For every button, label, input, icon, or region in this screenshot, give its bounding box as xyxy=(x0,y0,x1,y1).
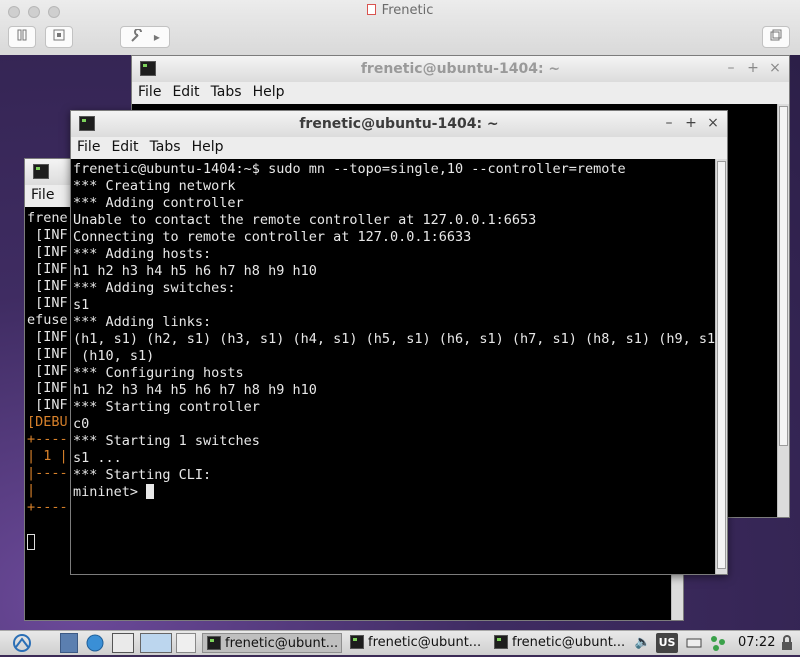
vm-desktop: frenetic@ubuntu-1404: ~ – + × File Edit Ta… xyxy=(0,55,800,630)
settings-button[interactable]: ▸ xyxy=(120,26,170,48)
terminal-front-titlebar[interactable]: frenetic@ubuntu-1404: ~ – + × xyxy=(71,111,727,138)
start-menu-button[interactable] xyxy=(6,633,40,653)
close-button[interactable]: × xyxy=(767,60,783,76)
taskbar-task-3[interactable]: frenetic@ubunt... xyxy=(490,633,632,653)
menu-tabs[interactable]: Tabs xyxy=(205,82,247,100)
terminal-line: *** Adding switches: xyxy=(73,280,236,296)
terminal-icon xyxy=(33,164,49,179)
minimize-button[interactable]: – xyxy=(661,115,677,131)
task-label: frenetic@ubunt... xyxy=(512,635,626,650)
snapshot-button[interactable] xyxy=(45,26,73,48)
terminal-window-front[interactable]: frenetic@ubuntu-1404: ~ – + × File Edit Ta… xyxy=(70,110,728,575)
terminal-cursor xyxy=(27,534,35,550)
terminal-front-title: frenetic@ubuntu-1404: ~ xyxy=(299,116,499,132)
terminal-front-menubar: File Edit Tabs Help xyxy=(71,137,727,159)
pause-icon xyxy=(17,29,27,41)
terminal-back-scrollbar[interactable] xyxy=(777,104,789,517)
terminal-line: s1 ... xyxy=(73,450,122,466)
menu-edit[interactable]: Edit xyxy=(105,137,143,155)
terminal-front-scrollbar[interactable] xyxy=(715,159,727,574)
lock-screen-icon[interactable] xyxy=(780,633,794,653)
maximize-button[interactable]: + xyxy=(745,60,761,76)
terminal-line: s1 xyxy=(73,297,90,313)
task-label: frenetic@ubunt... xyxy=(225,636,339,651)
volume-icon[interactable]: 🔈 xyxy=(634,633,652,653)
taskbar-task-1[interactable]: frenetic@ubunt... xyxy=(202,633,342,653)
power-icon[interactable] xyxy=(684,633,704,653)
clock: 07:22 xyxy=(738,635,776,650)
terminal-line: (h10, s1) xyxy=(73,348,155,364)
terminal-line: *** Adding controller xyxy=(73,195,244,211)
close-button[interactable]: × xyxy=(705,115,721,131)
file-manager-icon[interactable] xyxy=(112,633,134,653)
workspace-2[interactable] xyxy=(176,633,196,653)
terminal-line: *** Adding links: xyxy=(73,314,212,330)
wrench-icon xyxy=(131,28,143,42)
host-title-text: Frenetic xyxy=(381,3,434,18)
prompt-text: mininet> xyxy=(73,484,147,500)
show-desktop-icon[interactable] xyxy=(60,633,78,653)
taskbar-task-2[interactable]: frenetic@ubunt... xyxy=(346,633,490,653)
scroll-thumb[interactable] xyxy=(717,161,726,569)
menu-file[interactable]: File xyxy=(71,137,105,155)
terminal-cursor xyxy=(146,484,155,499)
terminal-line: *** Configuring hosts xyxy=(73,365,244,381)
terminal-line: *** Starting controller xyxy=(73,399,260,415)
terminal-icon xyxy=(207,636,221,650)
terminal-line: Connecting to remote controller at 127.0… xyxy=(73,229,472,245)
terminal-icon xyxy=(494,635,508,649)
network-icon[interactable] xyxy=(708,633,730,653)
lubuntu-logo-icon xyxy=(13,634,31,652)
menu-tabs[interactable]: Tabs xyxy=(144,137,186,155)
terminal-back-titlebar[interactable]: frenetic@ubuntu-1404: ~ – + × xyxy=(132,56,789,83)
minimize-button[interactable]: – xyxy=(723,60,739,76)
terminal-back-title: frenetic@ubuntu-1404: ~ xyxy=(360,61,561,77)
terminal-line: Unable to contact the remote controller … xyxy=(73,212,537,228)
pause-button[interactable] xyxy=(8,26,36,48)
maximize-button[interactable]: + xyxy=(683,115,699,131)
menu-help[interactable]: Help xyxy=(186,137,229,155)
menu-edit[interactable]: Edit xyxy=(166,82,204,100)
menu-file[interactable]: File xyxy=(25,185,59,203)
terminal-line: mininet> xyxy=(73,484,715,501)
terminal-line: h1 h2 h3 h4 h5 h6 h7 h8 h9 h10 xyxy=(73,382,317,398)
window-copy-icon xyxy=(770,29,782,41)
menu-help[interactable]: Help xyxy=(247,82,290,100)
terminal-line: *** Starting 1 switches xyxy=(73,433,260,449)
keyboard-layout-indicator[interactable]: US xyxy=(656,633,678,653)
document-icon xyxy=(366,4,376,15)
host-window-title: Frenetic xyxy=(0,3,800,18)
taskbar: frenetic@ubunt... frenetic@ubunt... fren… xyxy=(0,630,800,655)
host-window-titlebar: Frenetic ▸ xyxy=(0,0,800,56)
terminal-icon xyxy=(350,635,364,649)
terminal-line: h1 h2 h3 h4 h5 h6 h7 h8 h9 h10 xyxy=(73,263,317,279)
menu-file[interactable]: File xyxy=(132,82,166,100)
terminal-line: *** Adding hosts: xyxy=(73,246,212,262)
terminal-line: *** Starting CLI: xyxy=(73,467,212,483)
terminal-front-output[interactable]: frenetic@ubuntu-1404:~$ sudo mn --topo=s… xyxy=(71,159,715,574)
workspace-switcher[interactable] xyxy=(140,633,172,653)
window-copy-button[interactable] xyxy=(762,26,790,48)
task-label: frenetic@ubunt... xyxy=(368,635,482,650)
terminal-line: (h1, s1) (h2, s1) (h3, s1) (h4, s1) (h5,… xyxy=(73,331,715,347)
browser-icon[interactable] xyxy=(84,633,106,653)
terminal-line: *** Creating network xyxy=(73,178,236,194)
terminal-line: frenetic@ubuntu-1404:~$ sudo mn --topo=s… xyxy=(73,161,626,177)
chevron-right-icon: ▸ xyxy=(153,30,160,44)
terminal-line: c0 xyxy=(73,416,90,432)
snapshot-icon xyxy=(53,29,65,41)
scroll-thumb[interactable] xyxy=(779,106,788,446)
terminal-back-menubar: File Edit Tabs Help xyxy=(132,82,789,104)
